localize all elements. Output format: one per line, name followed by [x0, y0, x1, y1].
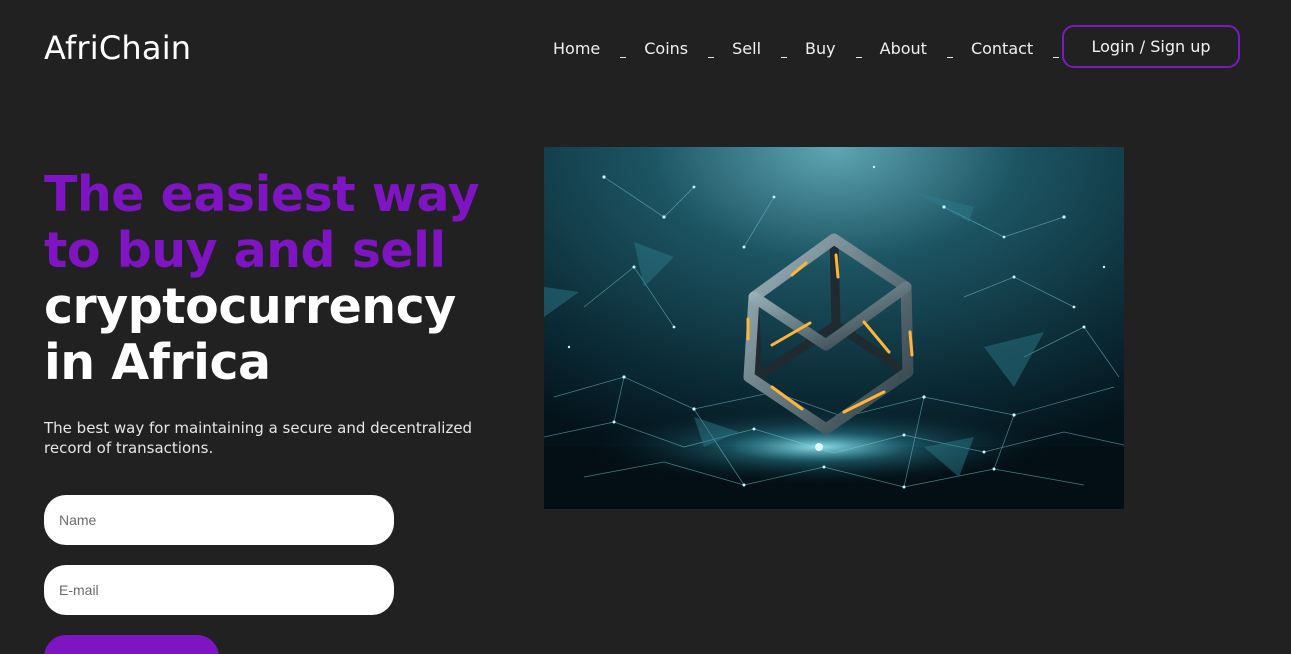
hero-headline: The easiest way to buy and sell cryptocu… — [44, 167, 534, 391]
nav-separator — [620, 56, 627, 58]
nav-separator — [946, 56, 953, 58]
email-input[interactable] — [44, 565, 394, 615]
main-nav: Home Coins Sell Buy About Contact — [553, 38, 1077, 60]
nav-separator — [1053, 56, 1060, 58]
headline-line: cryptocurrency — [44, 278, 456, 335]
nav-item-buy[interactable]: Buy — [805, 38, 836, 60]
nav-item-coins[interactable]: Coins — [644, 38, 688, 60]
headline-line: The easiest way — [44, 166, 480, 223]
nav-item-about[interactable]: About — [880, 38, 927, 60]
blockchain-cube-illustration — [544, 147, 1124, 509]
hero-image — [544, 147, 1124, 509]
nav-separator — [781, 56, 788, 58]
login-signup-button[interactable]: Login / Sign up — [1062, 25, 1240, 68]
hero-subtext: The best way for maintaining a secure an… — [44, 419, 473, 457]
headline-line: in Africa — [44, 334, 271, 391]
nav-item-contact[interactable]: Contact — [971, 38, 1033, 60]
name-input[interactable] — [44, 495, 394, 545]
headline-line: to buy and sell — [44, 222, 446, 279]
nav-separator — [708, 56, 715, 58]
landing-page: AfriChain Home Coins Sell Buy About Cont… — [0, 0, 1291, 654]
nav-item-home[interactable]: Home — [553, 38, 600, 60]
nav-separator — [855, 56, 862, 58]
submit-button[interactable] — [44, 635, 219, 654]
site-logo[interactable]: AfriChain — [44, 28, 191, 68]
nav-item-sell[interactable]: Sell — [732, 38, 761, 60]
